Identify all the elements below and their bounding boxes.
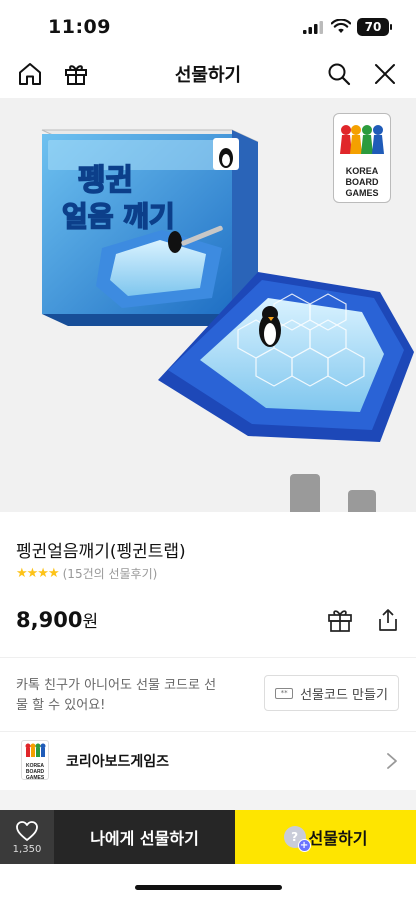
- gift-box-button[interactable]: [60, 58, 92, 90]
- product-name: 펭귄얼음깨기(펭귄트랩): [16, 542, 186, 562]
- product-price: 8,900원: [16, 607, 98, 632]
- create-gift-code-label: 선물코드 만들기: [300, 687, 388, 703]
- bottom-action-bar: 1,350 나에게 선물하기 ? + 선물하기: [0, 810, 416, 864]
- gift-code-icon: **: [275, 687, 294, 699]
- heart-icon: [16, 820, 38, 841]
- gift-to-self-button[interactable]: 나에게 선물하기: [54, 810, 235, 864]
- chevron-right-icon: [387, 753, 397, 769]
- share-button[interactable]: [374, 606, 402, 634]
- gift-icon: [65, 65, 87, 85]
- send-gift-label: 선물하기: [308, 829, 368, 848]
- close-button[interactable]: [369, 58, 401, 90]
- brand-link-row[interactable]: KOREA BOARD GAMES 코리아보드게임즈: [0, 732, 416, 790]
- brand-name: 코리아보드게임즈: [66, 754, 170, 770]
- home-indicator[interactable]: [135, 885, 282, 890]
- status-time: 11:09: [48, 16, 111, 38]
- brand-thumbnail: KOREA BOARD GAMES: [21, 740, 49, 780]
- share-icon: [379, 609, 397, 631]
- gift-icon: [328, 610, 352, 632]
- wifi-icon: [331, 19, 351, 33]
- status-bar: 11:09 70: [0, 0, 416, 50]
- home-button[interactable]: [14, 58, 46, 90]
- gift-code-notice: 카톡 친구가 아니어도 선물 코드로 선물 할 수 있어요!: [16, 678, 217, 713]
- gift-to-self-label: 나에게 선물하기: [90, 829, 199, 848]
- send-gift-button[interactable]: ? + 선물하기: [235, 810, 416, 864]
- search-icon: [328, 63, 351, 86]
- app-header: 선물하기: [0, 50, 416, 98]
- product-image[interactable]: 펭귄 얼음 깨기 KOREA BOARD GAMES: [0, 98, 416, 512]
- price-currency: 원: [82, 612, 99, 632]
- wrap-gift-button[interactable]: [326, 606, 354, 634]
- rating-row[interactable]: ★★★★ (15건의 선물후기): [16, 565, 157, 582]
- box-title-line1: 펭귄: [78, 163, 133, 198]
- friend-add-icon: ? +: [283, 826, 311, 852]
- cellular-signal-icon: [303, 21, 323, 34]
- section-spacer: [0, 790, 416, 810]
- friend-add-mark: ?: [291, 830, 299, 844]
- search-button[interactable]: [323, 58, 355, 90]
- create-gift-code-button[interactable]: ** 선물코드 만들기: [264, 675, 399, 711]
- price-value: 8,900: [16, 608, 83, 632]
- wish-count: 1,350: [12, 843, 42, 855]
- close-icon: [375, 64, 395, 84]
- brand-thumbnail-pawns: [25, 743, 46, 757]
- battery-indicator: 70: [357, 18, 389, 36]
- box-title-line2: 얼음 깨기: [62, 200, 175, 233]
- brand-thumbnail-text: KOREA BOARD GAMES: [25, 763, 45, 780]
- home-icon: [19, 63, 41, 85]
- divider: [0, 657, 416, 658]
- brand-logo-pawns: [340, 125, 384, 154]
- brand-logo-text: KOREA BOARD GAMES: [345, 166, 379, 198]
- battery-cap: [390, 24, 392, 30]
- rating-stars: ★★★★: [16, 566, 60, 581]
- plus-icon: +: [297, 839, 311, 852]
- brand-logo: KOREA BOARD GAMES: [333, 113, 391, 203]
- wish-button[interactable]: 1,350: [0, 810, 54, 864]
- review-count: (15건의 선물후기): [62, 567, 158, 581]
